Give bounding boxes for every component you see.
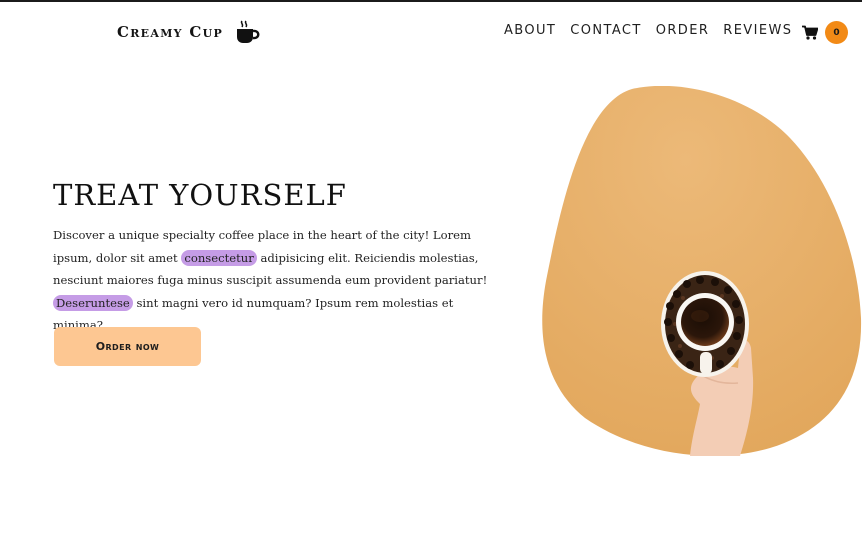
cart-count-badge: 0 (825, 21, 848, 44)
nav-link-reviews[interactable]: REVIEWS (723, 23, 792, 38)
highlighted-word: Deseruntese (53, 294, 133, 311)
nav-link-order[interactable]: ORDER (656, 23, 710, 38)
main-nav: ABOUT CONTACT ORDER REVIEWS (504, 23, 792, 38)
order-now-button[interactable]: Order now (54, 327, 201, 366)
brand-name: Creamy Cup (117, 23, 224, 41)
nav-link-contact[interactable]: CONTACT (570, 23, 641, 38)
hero-title: TREAT YOURSELF (53, 178, 347, 212)
coffee-cup-icon (237, 20, 260, 43)
shopping-cart-icon (802, 25, 818, 40)
coffee-hero-image (542, 86, 862, 456)
brand-logo[interactable]: Creamy Cup (117, 20, 261, 44)
top-border (0, 0, 862, 2)
highlighted-word: consectetur (181, 249, 257, 266)
hero-description: Discover a unique specialty coffee place… (53, 224, 493, 337)
nav-link-about[interactable]: ABOUT (504, 23, 556, 38)
cart-button[interactable]: 0 (802, 21, 848, 44)
